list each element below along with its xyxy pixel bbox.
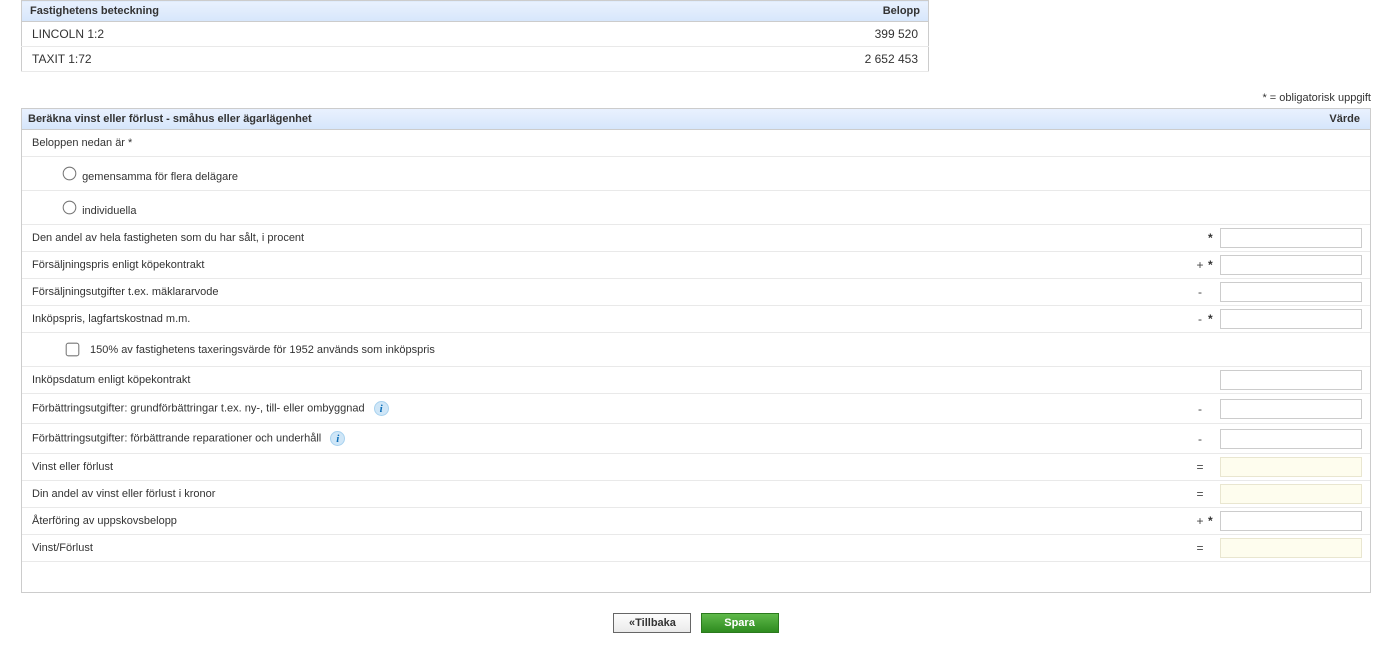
label-forb2: Förbättringsutgifter: förbättrande repar… xyxy=(22,424,1192,453)
info-icon[interactable]: i xyxy=(374,401,389,416)
label-inkop: Inköpspris, lagfartskostnad m.m. xyxy=(22,306,1192,332)
input-forb1[interactable] xyxy=(1220,399,1362,419)
property-table: Fastighetens beteckning Belopp LINCOLN 1… xyxy=(21,0,929,72)
label-vinst1: Vinst eller förlust xyxy=(22,454,1192,480)
label-forb1: Förbättringsutgifter: grundförbättringar… xyxy=(22,394,1192,423)
input-pris[interactable] xyxy=(1220,255,1362,275)
calculation-form: Beräkna vinst eller förlust - småhus ell… xyxy=(21,108,1371,593)
label-pris: Försäljningspris enligt köpekontrakt xyxy=(22,252,1192,278)
label-aterforing: Återföring av uppskovsbelopp xyxy=(22,508,1192,534)
label-andel: Den andel av hela fastigheten som du har… xyxy=(22,225,1192,251)
output-vinst2 xyxy=(1220,538,1362,558)
checkbox-1952-row[interactable]: 150% av fastighetens taxeringsvärde för … xyxy=(22,333,1192,366)
table-row: LINCOLN 1:2 399 520 xyxy=(22,22,929,47)
mandatory-note: * = obligatorisk uppgift xyxy=(21,92,1371,104)
back-button[interactable]: «Tillbaka xyxy=(613,613,691,633)
input-aterforing[interactable] xyxy=(1220,511,1362,531)
radio-shared-row[interactable]: gemensamma för flera delägare xyxy=(22,157,1192,190)
checkbox-1952-label: 150% av fastighetens taxeringsvärde för … xyxy=(90,344,435,356)
label-utgifter: Försäljningsutgifter t.ex. mäklararvode xyxy=(22,279,1192,305)
form-value-header: Värde xyxy=(1200,109,1370,129)
property-header-name: Fastighetens beteckning xyxy=(22,1,624,22)
save-button[interactable]: Spara xyxy=(701,613,779,633)
label-inkdatum: Inköpsdatum enligt köpekontrakt xyxy=(22,367,1192,393)
label-vinst2: Vinst/Förlust xyxy=(22,535,1192,561)
output-dinandel xyxy=(1220,484,1362,504)
checkbox-1952[interactable] xyxy=(66,343,80,357)
table-row: TAXIT 1:72 2 652 453 xyxy=(22,47,929,72)
form-title: Beräkna vinst eller förlust - småhus ell… xyxy=(22,109,1200,129)
input-inkdatum[interactable] xyxy=(1220,370,1362,390)
amount-type-label: Beloppen nedan är * xyxy=(22,130,1192,156)
input-utgifter[interactable] xyxy=(1220,282,1362,302)
info-icon[interactable]: i xyxy=(330,431,345,446)
input-forb2[interactable] xyxy=(1220,429,1362,449)
radio-individual-row[interactable]: individuella xyxy=(22,191,1192,224)
radio-shared[interactable] xyxy=(63,167,77,181)
input-inkop[interactable] xyxy=(1220,309,1362,329)
radio-shared-label: gemensamma för flera delägare xyxy=(82,171,238,183)
radio-individual-label: individuella xyxy=(82,205,136,217)
label-dinandel: Din andel av vinst eller förlust i krono… xyxy=(22,481,1192,507)
input-andel[interactable] xyxy=(1220,228,1362,248)
radio-individual[interactable] xyxy=(63,201,77,215)
property-header-amount: Belopp xyxy=(623,1,929,22)
output-vinst1 xyxy=(1220,457,1362,477)
